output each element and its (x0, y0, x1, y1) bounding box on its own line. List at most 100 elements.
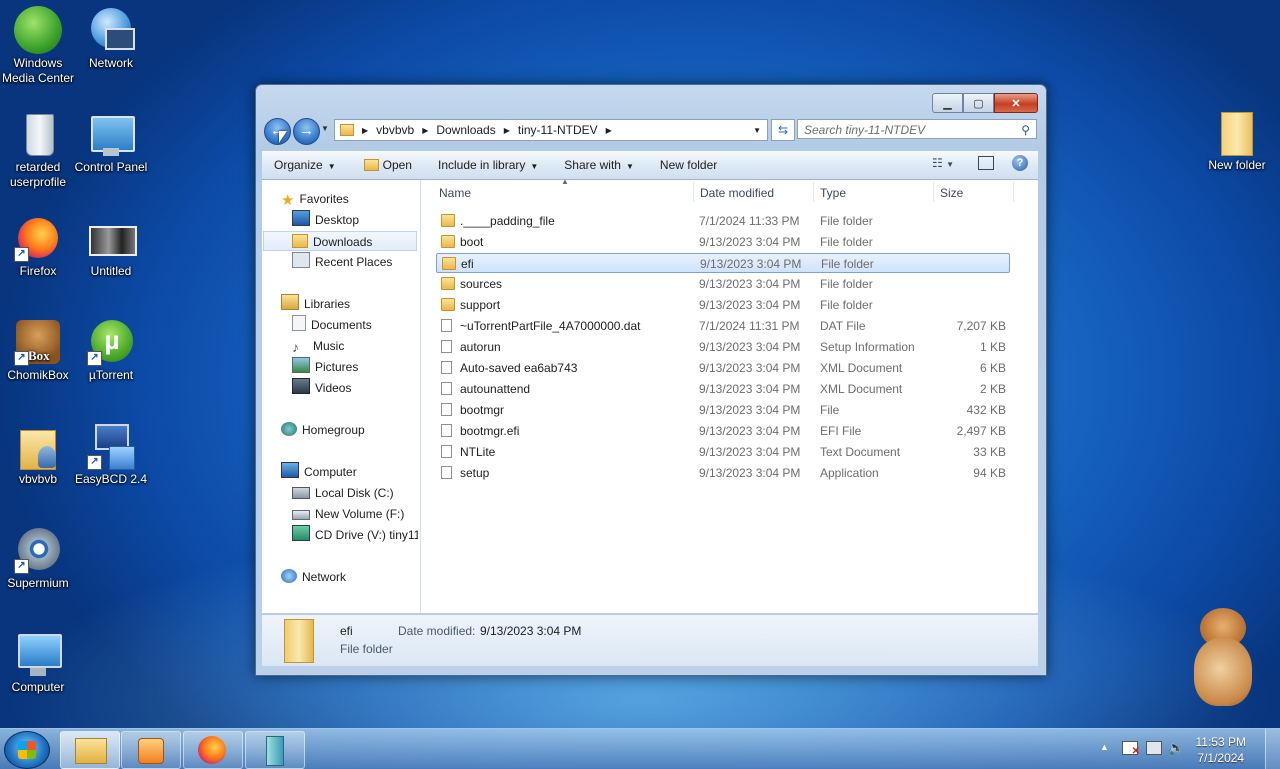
desktop-icon-windows-media-center[interactable]: Windows Media Center (0, 6, 76, 86)
nav-network[interactable]: Network (281, 567, 346, 587)
file-name: bootmgr (460, 403, 505, 417)
file-name: autounattend (460, 382, 531, 396)
desktop-icon-firefox[interactable]: ↗ Firefox (0, 214, 76, 279)
minimize-button[interactable]: ▁ (932, 93, 963, 113)
breadcrumb-tiny-11-ntdev[interactable]: tiny-11-NTDEV (518, 123, 598, 137)
file-list: ▲ Name Date modified Type Size .____padd… (421, 177, 1038, 613)
nav-homegroup[interactable]: Homegroup (281, 420, 365, 440)
address-bar[interactable]: ▶ vbvbvb ▶ Downloads ▶ tiny-11-NTDEV ▶ ▼ (334, 119, 768, 141)
desktop-icon-control-panel[interactable]: Control Panel (73, 110, 149, 175)
nav-videos[interactable]: Videos (292, 378, 351, 398)
search-input[interactable]: Search tiny-11-NTDEV ⚲ (797, 119, 1037, 139)
refresh-button[interactable]: ⇆ (771, 119, 795, 141)
desktop-icon-recycle-bin[interactable]: retarded userprofile (0, 110, 76, 190)
desktop-icon-new-folder[interactable]: New folder (1199, 108, 1275, 173)
chevron-right-icon[interactable]: ▶ (606, 126, 612, 135)
file-date-modified: 7/1/2024 11:33 PM (699, 214, 800, 228)
maximize-button[interactable]: ▢ (963, 93, 994, 113)
column-header-size[interactable]: Size (940, 186, 963, 200)
open-button[interactable]: Open (350, 158, 426, 172)
file-row[interactable]: bootmgr.efi 9/13/2023 3:04 PM EFI File 2,49… (436, 421, 1010, 441)
file-row[interactable]: support 9/13/2023 3:04 PM File folder (436, 295, 1010, 315)
action-center-icon[interactable]: ✕ (1122, 741, 1140, 757)
file-row[interactable]: .____padding_file 7/1/2024 11:33 PM File f… (436, 211, 1010, 231)
desktop-icon-chomikbox[interactable]: Box ↗ ChomikBox (0, 318, 76, 383)
nav-desktop[interactable]: Desktop (292, 210, 359, 230)
folder-icon (441, 235, 455, 248)
chevron-right-icon[interactable]: ▶ (422, 126, 428, 135)
taskbar-window[interactable] (245, 731, 305, 769)
file-size: 33 KB (973, 445, 1006, 459)
file-type: File folder (820, 277, 873, 291)
forward-button[interactable]: → (293, 118, 320, 145)
desktop-icon-supermium[interactable]: ↗ Supermium (0, 526, 76, 591)
new-folder-button[interactable]: New folder (648, 158, 731, 172)
taskbar-explorer[interactable] (60, 731, 120, 769)
file-row[interactable]: boot 9/13/2023 3:04 PM File folder (436, 232, 1010, 252)
explorer-icon (75, 738, 107, 764)
share-with-button[interactable]: Share with ▼ (552, 158, 648, 172)
network-status-icon[interactable] (1146, 741, 1162, 755)
nav-downloads[interactable]: Downloads (263, 231, 417, 251)
chevron-right-icon[interactable]: ▶ (504, 126, 510, 135)
address-dropdown-icon[interactable]: ▼ (753, 126, 761, 135)
nav-pictures[interactable]: Pictures (292, 357, 358, 377)
nav-computer[interactable]: Computer (281, 462, 357, 482)
nav-local-disk[interactable]: Local Disk (C:) (292, 483, 394, 503)
file-row[interactable]: ~uTorrentPartFile_4A7000000.dat 7/1/2024 … (436, 316, 1010, 336)
column-header-type[interactable]: Type (820, 186, 846, 200)
clock[interactable]: 11:53 PM 7/1/2024 (1196, 734, 1246, 766)
file-date-modified: 9/13/2023 3:04 PM (699, 277, 801, 291)
file-row[interactable]: Auto-saved ea6ab743 9/13/2023 3:04 PM XML … (436, 358, 1010, 378)
file-row[interactable]: setup 9/13/2023 3:04 PM Application 94 KB (436, 463, 1010, 483)
breadcrumb-vbvbvb[interactable]: vbvbvb (376, 123, 414, 137)
close-button[interactable]: ✕ (994, 93, 1038, 113)
breadcrumb-downloads[interactable]: Downloads (436, 123, 495, 137)
column-header-name[interactable]: Name (439, 186, 471, 200)
search-placeholder: Search tiny-11-NTDEV (804, 123, 926, 137)
nav-documents[interactable]: Documents (292, 315, 372, 335)
include-in-library-button[interactable]: Include in library ▼ (426, 158, 552, 172)
file-row[interactable]: autorun 9/13/2023 3:04 PM Setup Informatio… (436, 337, 1010, 357)
file-type: EFI File (820, 424, 862, 438)
desktop-icon-utorrent[interactable]: µ ↗ µTorrent (73, 318, 149, 383)
computer-icon (14, 630, 62, 678)
file-size: 2,497 KB (956, 424, 1006, 438)
file-size: 94 KB (973, 466, 1006, 480)
nav-music[interactable]: ♪ Music (292, 336, 344, 356)
view-options-icon[interactable]: ☷ ▼ (932, 156, 954, 170)
column-header-date-modified[interactable]: Date modified (700, 186, 774, 200)
file-name: NTLite (460, 445, 496, 459)
desktop-icon-untitled[interactable]: Untitled (73, 214, 149, 279)
nav-recent-places[interactable]: Recent Places (292, 252, 392, 272)
preview-pane-icon[interactable] (978, 156, 994, 170)
nav-favorites[interactable]: ★ Favorites (281, 189, 349, 209)
folder-icon (1213, 108, 1261, 156)
organize-button[interactable]: Organize ▼ (262, 158, 350, 172)
help-icon[interactable]: ? (1012, 155, 1028, 171)
file-date-modified: 9/13/2023 3:04 PM (699, 235, 801, 249)
file-row[interactable]: sources 9/13/2023 3:04 PM File folder (436, 274, 1010, 294)
file-name: sources (460, 277, 503, 291)
nav-new-volume[interactable]: New Volume (F:) (292, 504, 404, 524)
taskbar-media-player[interactable] (121, 731, 181, 769)
file-row[interactable]: autounattend 9/13/2023 3:04 PM XML Documen… (436, 379, 1010, 399)
volume-muted-icon[interactable]: 🔈 (1168, 740, 1184, 756)
desktop-icon-computer[interactable]: Computer (0, 630, 76, 695)
file-row[interactable]: bootmgr 9/13/2023 3:04 PM File 432 KB (436, 400, 1010, 420)
file-row[interactable]: efi 9/13/2023 3:04 PM File folder (436, 253, 1010, 273)
recent-pages-dropdown[interactable]: ▼ (321, 124, 329, 133)
nav-cd-drive[interactable]: CD Drive (V:) tiny11 (292, 525, 418, 545)
file-icon (441, 403, 452, 416)
file-row[interactable]: NTLite 9/13/2023 3:04 PM Text Document 33 K… (436, 442, 1010, 462)
folder-icon (284, 619, 314, 663)
desktop-icon-easybcd[interactable]: ↗ EasyBCD 2.4 (73, 422, 149, 487)
show-hidden-icons-icon[interactable]: ▲ (1100, 742, 1109, 752)
nav-libraries[interactable]: Libraries (281, 294, 350, 314)
file-icon (441, 445, 452, 458)
desktop-icon-network[interactable]: Network (73, 6, 149, 71)
show-desktop-button[interactable] (1265, 729, 1280, 769)
desktop-icon-vbvbvb[interactable]: vbvbvb (0, 422, 76, 487)
start-button[interactable] (4, 731, 50, 769)
taskbar-firefox[interactable] (183, 731, 243, 769)
